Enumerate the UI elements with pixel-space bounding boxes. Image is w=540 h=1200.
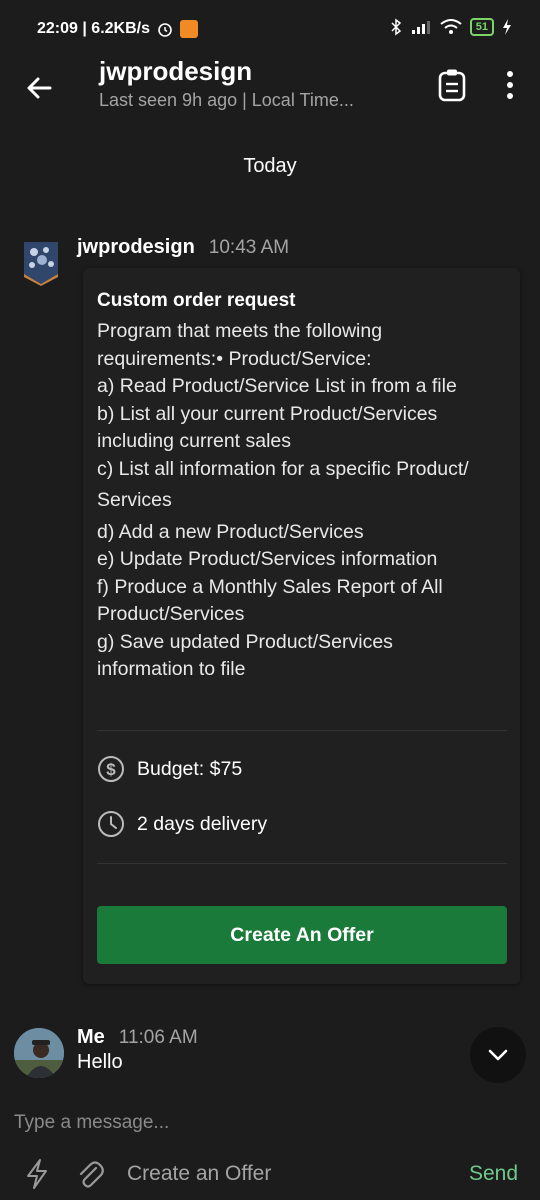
- message-text: Hello: [77, 1051, 123, 1073]
- card-title: Custom order request: [97, 290, 296, 311]
- bluetooth-icon: [391, 18, 401, 36]
- delivery-text: 2 days delivery: [137, 812, 268, 835]
- date-divider: Today: [243, 155, 297, 177]
- clipboard-icon[interactable]: [437, 68, 467, 102]
- budget-row: $ Budget: $75: [97, 755, 242, 783]
- wifi-icon: [440, 19, 462, 34]
- delivery-row: 2 days delivery: [97, 810, 267, 838]
- contact-status: Last seen 9h ago | Local Time...: [99, 90, 354, 110]
- status-bar: 22:09 | 6.2KB/s 51: [0, 0, 540, 60]
- description-line: a) Read Product/Service List in from a f…: [97, 375, 457, 397]
- description-line: information to file: [97, 658, 246, 680]
- user-photo: [14, 1028, 64, 1078]
- message-meta: jwprodesign 10:43 AM: [77, 236, 289, 259]
- budget-text: Budget: $75: [137, 757, 243, 780]
- create-offer-link[interactable]: Create an Offer: [127, 1162, 271, 1186]
- custom-order-card: Custom order request Program that meets …: [83, 268, 520, 984]
- dollar-icon: $: [98, 756, 124, 782]
- send-button[interactable]: Send: [469, 1162, 518, 1186]
- charging-icon: [503, 19, 511, 35]
- signal-icon: [411, 21, 430, 34]
- status-right: 51: [390, 18, 512, 36]
- description-line: Program that meets the following: [97, 320, 383, 342]
- description-line: Product/Services: [97, 603, 245, 625]
- card-description: Program that meets the following require…: [97, 318, 507, 684]
- description-line: requirements:• Product/Service:: [97, 347, 372, 370]
- chat-header: jwprodesign Last seen 9h ago | Local Tim…: [0, 52, 540, 122]
- message-input[interactable]: [14, 1112, 414, 1134]
- sender-name[interactable]: jwprodesign: [77, 236, 195, 259]
- attachment-icon[interactable]: [76, 1158, 104, 1190]
- card-divider: [97, 730, 507, 731]
- scroll-down-button[interactable]: [470, 1027, 526, 1083]
- back-arrow-icon[interactable]: [22, 70, 58, 106]
- sender-name: Me: [77, 1026, 105, 1048]
- quick-response-icon[interactable]: [24, 1158, 50, 1190]
- description-line: f) Produce a Monthly Sales Report of All: [97, 575, 443, 598]
- description-line: g) Save updated Product/Services: [97, 630, 393, 653]
- composer-toolbar: Create an Offer Send: [0, 1150, 540, 1200]
- description-line: d) Add a new Product/Services: [97, 520, 364, 543]
- create-offer-button[interactable]: Create An Offer: [97, 906, 507, 964]
- clock-icon: [98, 811, 124, 837]
- contact-name[interactable]: jwprodesign: [99, 56, 252, 87]
- status-left: 22:09 | 6.2KB/s: [37, 20, 198, 38]
- alarm-icon: [158, 23, 172, 37]
- description-line: c) List all information for a specific P…: [97, 457, 469, 480]
- card-divider: [97, 863, 507, 864]
- description-line: b) List all your current Product/Service…: [97, 402, 438, 425]
- status-time-speed: 22:09 | 6.2KB/s: [37, 20, 150, 37]
- svg-text:$: $: [106, 760, 116, 779]
- message-meta: Me 11:06 AM: [77, 1026, 198, 1049]
- description-line: including current sales: [97, 430, 292, 452]
- battery-indicator: 51: [469, 18, 494, 36]
- chevron-down-icon: [488, 1049, 508, 1061]
- description-line: Services: [97, 489, 172, 511]
- user-avatar[interactable]: [14, 1028, 64, 1078]
- message-time: 11:06 AM: [118, 1027, 198, 1048]
- app-notification-icon: [179, 20, 198, 38]
- message-time: 10:43 AM: [208, 237, 290, 258]
- description-line: e) Update Product/Services information: [97, 548, 438, 570]
- seller-avatar[interactable]: [22, 240, 60, 286]
- more-options-icon[interactable]: [500, 68, 520, 102]
